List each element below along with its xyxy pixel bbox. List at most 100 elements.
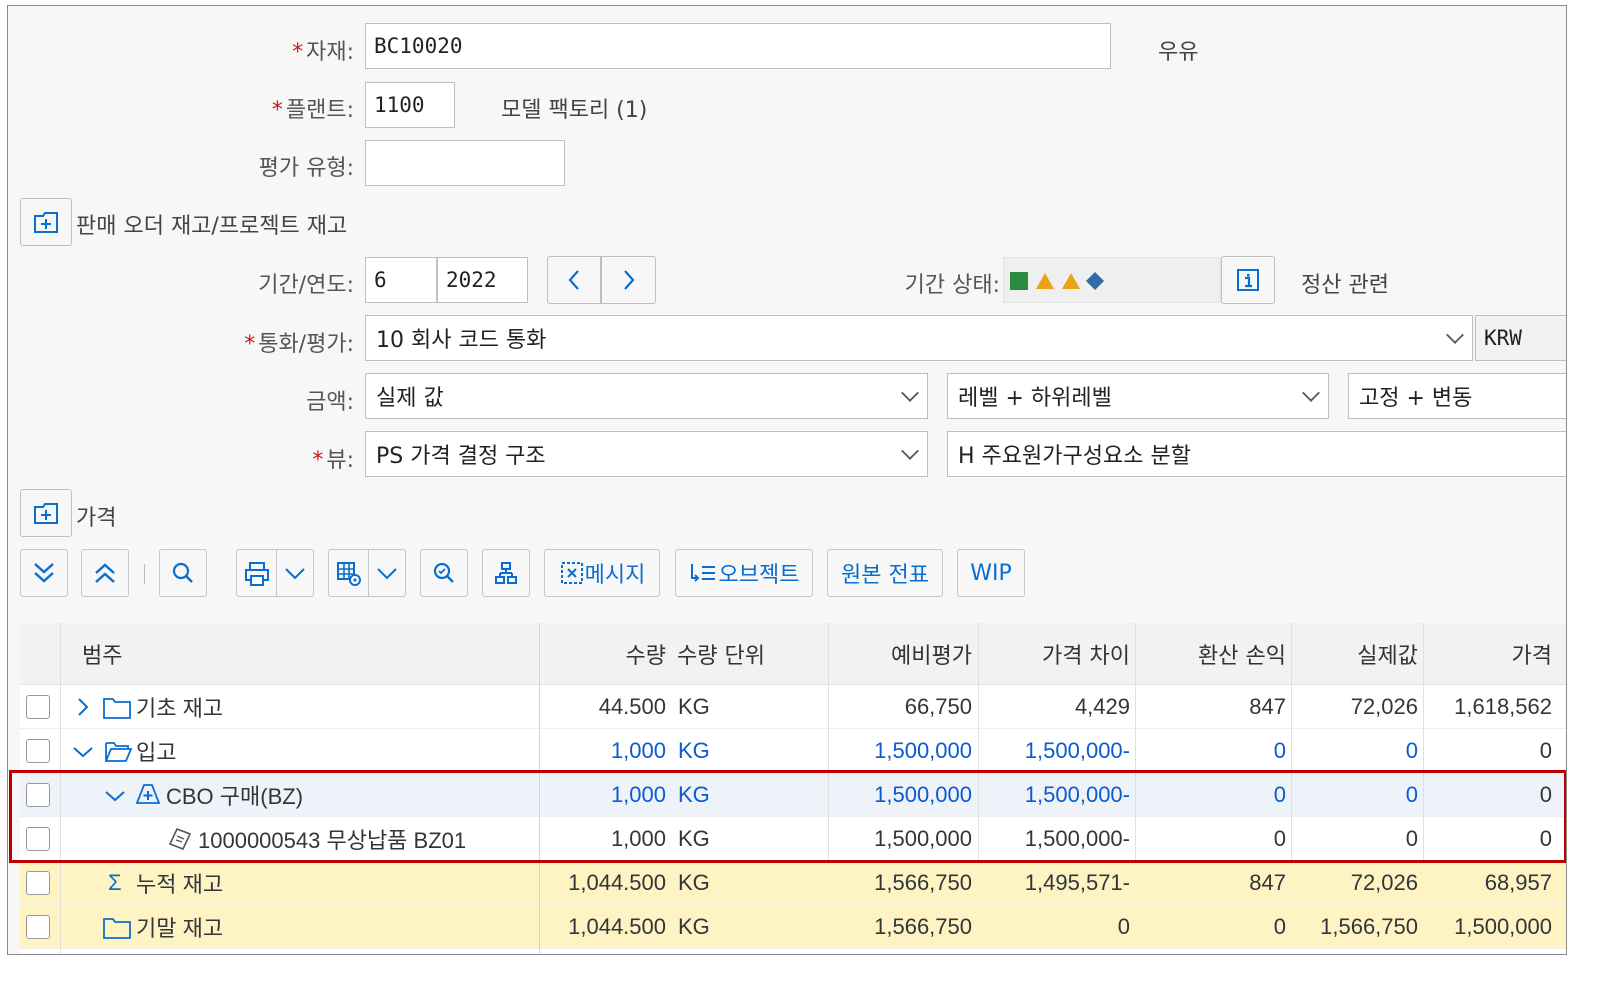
- double-chevron-up-icon: [95, 563, 115, 583]
- zoom-button[interactable]: [420, 549, 468, 597]
- expand-section-icon: [34, 212, 58, 233]
- fixed-variable-select[interactable]: 고정 + 변동: [1348, 373, 1566, 419]
- currency-code-field: KRW: [1475, 315, 1566, 361]
- currency-select-value: 10 회사 코드 통화: [376, 328, 547, 353]
- period-input[interactable]: 6: [365, 257, 437, 303]
- row-category: 입고: [136, 739, 177, 765]
- next-period-button[interactable]: [601, 256, 656, 304]
- expand-sales-order-stock-button[interactable]: [20, 198, 72, 246]
- row-preliminary: 66,750: [904, 693, 972, 719]
- hierarchy-button[interactable]: [482, 549, 530, 597]
- expand-all-button[interactable]: [20, 549, 68, 597]
- row-select-checkbox[interactable]: [26, 739, 50, 763]
- row-price-diff: 4,429: [1074, 693, 1130, 719]
- amount-select[interactable]: 실제 값: [365, 373, 928, 419]
- row-unit: KG: [678, 869, 710, 895]
- row-price-diff: 1,495,571-: [1024, 869, 1130, 895]
- chevron-left-icon: [568, 270, 579, 290]
- collapse-all-button[interactable]: [81, 549, 129, 597]
- amount-select-value: 실제 값: [376, 386, 444, 411]
- row-select-checkbox[interactable]: [26, 915, 50, 939]
- view-select[interactable]: PS 가격 결정 구조: [365, 431, 928, 477]
- price-section-label: 가격: [76, 506, 117, 531]
- fixed-variable-select-value: 고정 + 변동: [1359, 386, 1473, 411]
- print-menu-button[interactable]: [236, 549, 314, 597]
- row-unit: KG: [678, 737, 710, 763]
- row-preliminary: 1,500,000: [874, 737, 972, 763]
- wip-button[interactable]: WIP: [957, 549, 1025, 597]
- sales-order-stock-label: 판매 오더 재고/프로젝트 재고: [76, 214, 348, 239]
- row-quantity: 1,000: [610, 737, 666, 763]
- hierarchy-icon: [495, 562, 517, 584]
- chevron-down-icon: [901, 442, 919, 460]
- folder-icon: [103, 918, 131, 939]
- valuation-type-label: 평가 유형:: [258, 156, 354, 181]
- valuation-type-input[interactable]: [365, 140, 565, 186]
- header-category: 범주: [82, 644, 123, 669]
- period-status-info-button[interactable]: [1221, 256, 1275, 304]
- object-list-icon: [690, 564, 715, 582]
- row-preliminary: 1,566,750: [874, 869, 972, 895]
- row-exchange-diff: 0: [1273, 913, 1286, 939]
- chevron-down-icon: [285, 568, 305, 580]
- search-button[interactable]: [159, 549, 207, 597]
- material-input[interactable]: BC10020: [365, 23, 1111, 69]
- open-folder-icon: [105, 742, 133, 762]
- double-chevron-down-icon: [34, 563, 54, 583]
- original-document-button[interactable]: 원본 전표: [827, 549, 943, 597]
- view-label: * 뷰:: [312, 448, 354, 473]
- table-row[interactable]: 입고 1,000 KG 1,500,000 1,500,000- 0 0 0: [20, 729, 1566, 773]
- original-document-label: 원본 전표: [841, 563, 929, 588]
- layout-settings-menu-button[interactable]: [328, 549, 406, 597]
- plant-input[interactable]: 1100: [365, 82, 455, 128]
- chevron-down-icon: [377, 568, 397, 580]
- row-actual: 1,566,750: [1320, 913, 1418, 939]
- table-settings-icon: [337, 562, 361, 586]
- chevron-down-icon[interactable]: [72, 745, 94, 759]
- info-icon: [1237, 269, 1259, 291]
- split-divider: [276, 550, 277, 596]
- status-square-green-icon: [1010, 272, 1028, 290]
- plant-description: 모델 팩토리 (1): [501, 98, 648, 123]
- row-preliminary: 1,566,750: [874, 913, 972, 939]
- year-input[interactable]: 2022: [437, 257, 528, 303]
- row-quantity: 1,044.500: [568, 869, 666, 895]
- previous-period-button[interactable]: [547, 256, 601, 304]
- row-select-checkbox[interactable]: [26, 871, 50, 895]
- row-select-checkbox[interactable]: [26, 695, 50, 719]
- messages-button-label: 메시지: [584, 563, 646, 588]
- chevron-right-icon: [623, 270, 634, 290]
- table-row-cumulative[interactable]: Σ 누적 재고 1,044.500 KG 1,566,750 1,495,571…: [20, 861, 1566, 905]
- expand-price-section-button[interactable]: [20, 489, 72, 537]
- messages-button[interactable]: 메시지: [544, 549, 660, 597]
- header-unit: 수량 단위: [677, 644, 765, 669]
- settlement-label: 정산 관련: [1301, 273, 1389, 298]
- row-quantity: 1,044.500: [568, 913, 666, 939]
- object-button[interactable]: 오브젝트: [675, 549, 813, 597]
- status-triangle-orange-icon: [1036, 273, 1054, 289]
- toolbar-separator: [144, 564, 145, 584]
- row-category: 기초 재고: [136, 695, 224, 721]
- row-price: 1,500,000: [1454, 913, 1552, 939]
- currency-label: * 통화/평가:: [244, 332, 354, 357]
- plant-label: * 플랜트:: [271, 98, 354, 123]
- header-quantity: 수량: [625, 644, 666, 669]
- amount-label: 금액:: [306, 390, 354, 415]
- chevron-down-icon: [1446, 326, 1464, 344]
- search-icon: [172, 562, 193, 583]
- chevron-down-icon: [1302, 384, 1320, 402]
- material-ledger-window: * 자재: BC10020 우유 * 플랜트: 1100 모델 팩토리 (1) 평가…: [7, 5, 1567, 955]
- view-select-value: PS 가격 결정 구조: [376, 444, 546, 469]
- header-price: 가격: [1511, 644, 1552, 669]
- cost-component-select[interactable]: H 주요원가구성요소 분할: [947, 431, 1566, 477]
- table-row-ending[interactable]: 기말 재고 1,044.500 KG 1,566,750 0 0 1,566,7…: [20, 905, 1566, 949]
- chevron-right-icon[interactable]: [76, 697, 90, 717]
- level-select[interactable]: 레벨 + 하위레벨: [947, 373, 1329, 419]
- currency-select[interactable]: 10 회사 코드 통화: [365, 315, 1473, 361]
- table-row[interactable]: 기초 재고 44.500 KG 66,750 4,429 847 72,026 …: [20, 685, 1566, 729]
- row-actual: 0: [1405, 737, 1418, 763]
- row-price-diff: 1,500,000-: [1024, 737, 1130, 763]
- header-preliminary-valuation: 예비평가: [891, 644, 972, 669]
- material-label: * 자재:: [292, 40, 354, 65]
- row-price: 1,618,562: [1454, 693, 1552, 719]
